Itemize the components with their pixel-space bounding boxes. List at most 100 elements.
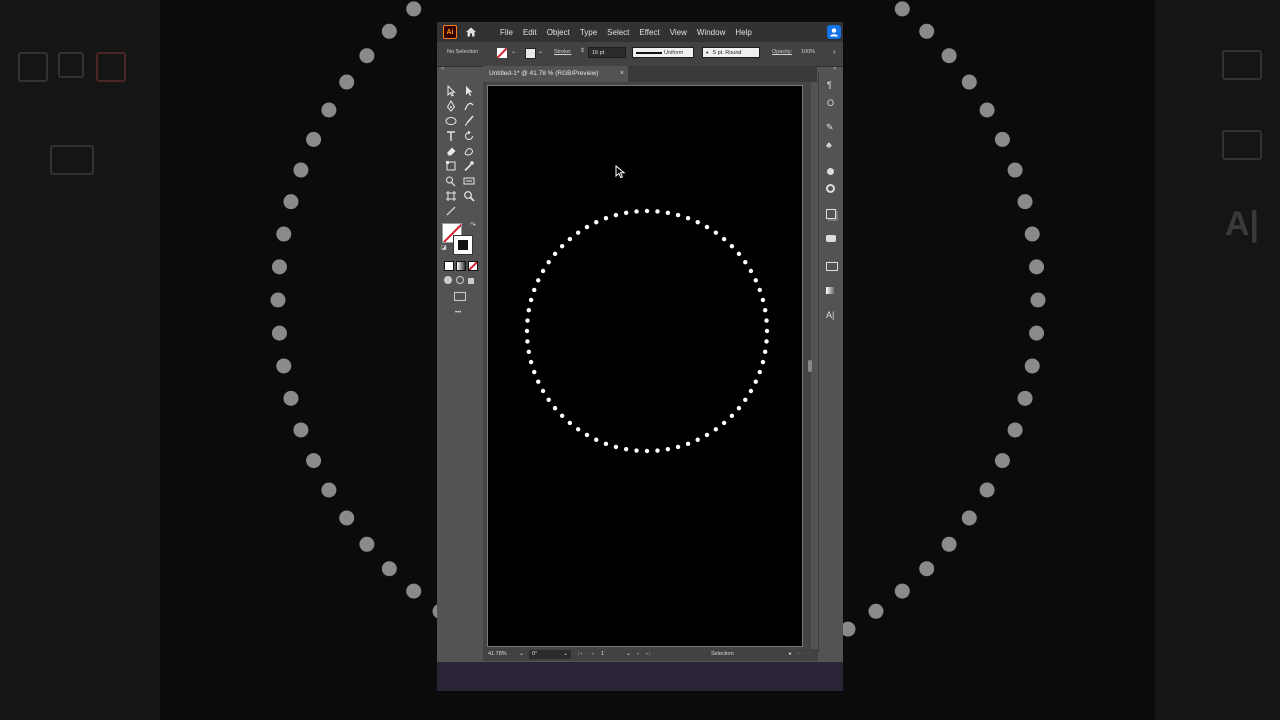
background-circle-dot [868, 603, 884, 619]
circle-dot [584, 224, 590, 230]
circle-dot [675, 212, 681, 218]
menu-object[interactable]: Object [542, 28, 575, 37]
document-tab[interactable]: Untitled-1* @ 41.78 % (RGB/Preview) × [483, 66, 628, 82]
draw-behind-icon[interactable] [456, 276, 464, 284]
curvature-tool-icon[interactable] [463, 100, 475, 112]
artboard-dropdown-chevron-icon[interactable]: ⌄ [626, 650, 631, 657]
artboard[interactable] [487, 85, 803, 647]
first-artboard-icon[interactable]: |◂ [578, 651, 582, 657]
eyedropper-tool-icon[interactable] [463, 160, 475, 172]
appearance-icon[interactable] [827, 168, 834, 175]
circle-dot [764, 318, 769, 323]
toolbar-collapse-icon[interactable]: « [441, 66, 444, 72]
stroke-swatch[interactable] [525, 48, 536, 59]
zoom-tool-icon[interactable] [463, 190, 475, 202]
status-forward-icon[interactable]: ▸ [789, 651, 792, 657]
background-circle-dot [406, 1, 422, 17]
vertical-scrollbar-thumb[interactable] [808, 360, 812, 372]
circle-dot [760, 297, 766, 303]
direct-selection-tool-icon[interactable] [463, 85, 475, 97]
graphic-styles-icon[interactable] [826, 184, 835, 193]
fill-swatch-none[interactable] [497, 48, 507, 58]
brushes-icon[interactable]: ✎ [826, 122, 834, 133]
dotted-circle-path[interactable] [488, 86, 802, 646]
status-bar: 41.78% ⌄ 0° ⌄ |◂ ◂ 1 ⌄ ▸ ▸| Selection ▸ … [483, 649, 818, 661]
artboard-number[interactable]: 1 [601, 651, 604, 657]
opacity-label[interactable]: Opacity: [772, 49, 792, 55]
shape-builder-tool-icon[interactable] [445, 175, 457, 187]
stroke-stepper-icon[interactable]: ⇕ [580, 47, 585, 54]
menu-effect[interactable]: Effect [634, 28, 664, 37]
zoom-level[interactable]: 41.78% [488, 651, 507, 657]
libraries-icon[interactable] [826, 262, 838, 271]
color-mode-icon[interactable] [444, 261, 454, 271]
next-artboard-icon[interactable]: ▸ [637, 651, 640, 657]
stroke-weight-input[interactable]: 16 pt [588, 47, 626, 58]
last-artboard-icon[interactable]: ▸| [646, 651, 650, 657]
paintbrush-tool-icon[interactable] [463, 115, 475, 127]
menu-help[interactable]: Help [730, 28, 756, 37]
opentype-icon[interactable]: O [827, 98, 834, 108]
line-segment-tool-icon[interactable] [445, 205, 457, 217]
previous-artboard-icon[interactable]: ◂ [591, 651, 594, 657]
selection-tool-icon[interactable] [445, 85, 457, 97]
background-circle-dot [994, 453, 1010, 469]
eraser-tool-icon[interactable] [445, 145, 457, 157]
draw-normal-icon[interactable] [444, 276, 452, 284]
default-fill-stroke-icon[interactable]: ◪ [441, 244, 447, 251]
fill-dropdown-chevron-icon[interactable]: ⌄ [511, 48, 516, 55]
layers-icon[interactable] [826, 209, 836, 219]
user-account-icon[interactable] [827, 25, 841, 39]
background-circle-dot [1029, 325, 1045, 341]
warp-tool-icon[interactable] [463, 145, 475, 157]
background-circle-dot [306, 131, 322, 147]
gradient-mode-icon[interactable] [456, 261, 466, 271]
menu-type[interactable]: Type [575, 28, 602, 37]
background-circle-dot [1030, 292, 1046, 308]
pen-tool-icon[interactable] [445, 100, 457, 112]
close-icon[interactable]: × [620, 66, 624, 82]
menu-file[interactable]: File [495, 28, 518, 37]
menu-select[interactable]: Select [602, 28, 634, 37]
taskbar-strip [437, 662, 843, 691]
ellipse-tool-icon[interactable] [445, 115, 457, 127]
circle-dot [552, 251, 558, 257]
type-tool-icon[interactable] [445, 130, 457, 142]
background-circle-dot [359, 536, 375, 552]
artboard-tool-icon[interactable] [445, 190, 457, 202]
circle-dot [721, 420, 727, 426]
brush-definition[interactable]: • 5 pt. Round [702, 47, 760, 58]
paragraph-icon[interactable]: ¶ [827, 80, 832, 90]
status-menu-icon[interactable]: ◦◦ [797, 651, 801, 657]
stroke-dropdown-chevron-icon[interactable]: ⌄ [538, 48, 543, 55]
home-icon[interactable] [465, 26, 477, 38]
opacity-value[interactable]: 100% [801, 49, 815, 55]
stroke-label[interactable]: Stroke: [554, 49, 571, 55]
circle-dot [575, 230, 581, 235]
menu-list: File Edit Object Type Select Effect View… [495, 28, 757, 37]
stroke-color-swatch[interactable] [453, 235, 473, 255]
background-circle-dot [270, 292, 286, 308]
background-circle-dot [1017, 194, 1033, 210]
screen-mode-icon[interactable] [454, 292, 466, 301]
variable-width-profile[interactable]: Uniform [632, 47, 694, 58]
swap-fill-stroke-icon[interactable]: ↷ [470, 221, 476, 229]
edit-toolbar-more-icon[interactable]: ••• [455, 310, 461, 316]
circle-dot [526, 307, 532, 313]
comments-icon[interactable] [826, 235, 836, 242]
free-transform-tool-icon[interactable] [445, 160, 457, 172]
rotation-field[interactable]: 0° ⌄ [529, 650, 571, 659]
none-mode-icon[interactable] [468, 261, 478, 271]
menu-edit[interactable]: Edit [518, 28, 542, 37]
menu-view[interactable]: View [665, 28, 692, 37]
controlbar-more-icon[interactable]: › [833, 47, 836, 56]
background-circle-dot [894, 1, 910, 17]
character-icon[interactable]: A| [826, 310, 834, 320]
gradient-tool-icon[interactable] [463, 175, 475, 187]
menu-window[interactable]: Window [692, 28, 730, 37]
symbols-icon[interactable]: ♣ [826, 140, 832, 150]
rotate-tool-icon[interactable] [463, 130, 475, 142]
zoom-dropdown-chevron-icon[interactable]: ⌄ [519, 650, 524, 657]
gradient-panel-icon[interactable] [826, 287, 836, 294]
draw-inside-icon[interactable] [468, 278, 474, 284]
